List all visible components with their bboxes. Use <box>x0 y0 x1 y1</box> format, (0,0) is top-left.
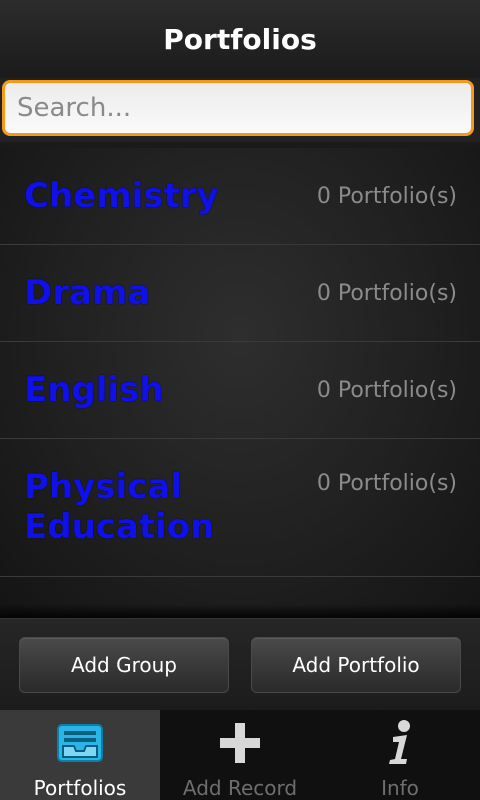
group-name: English <box>24 370 164 410</box>
list-item[interactable]: Chemistry 0 Portfolio(s) <box>0 148 480 245</box>
list-item[interactable]: Physical Education 0 Portfolio(s) <box>0 439 480 577</box>
portfolio-count: 0 Portfolio(s) <box>316 471 457 496</box>
list-item[interactable]: English 0 Portfolio(s) <box>0 342 480 439</box>
tab-portfolios[interactable]: Portfolios <box>0 710 160 800</box>
info-icon <box>385 718 415 768</box>
group-name: Physical Education <box>24 467 215 547</box>
tab-info[interactable]: Info <box>320 710 480 800</box>
group-list[interactable]: Chemistry 0 Portfolio(s) Drama 0 Portfol… <box>0 148 480 618</box>
tab-bar: Portfolios Add Record Info <box>0 710 480 800</box>
tab-label: Add Record <box>182 776 298 800</box>
plus-icon <box>218 718 262 768</box>
tab-add-record[interactable]: Add Record <box>160 710 320 800</box>
add-group-button[interactable]: Add Group <box>19 637 229 693</box>
group-name: Chemistry <box>24 176 219 216</box>
search-input[interactable] <box>2 80 474 136</box>
portfolio-count: 0 Portfolio(s) <box>316 280 457 306</box>
action-bar: Add Group Add Portfolio <box>0 618 480 711</box>
list-fade <box>0 604 480 618</box>
search-bar <box>0 78 480 142</box>
portfolio-count: 0 Portfolio(s) <box>316 183 457 209</box>
page-title: Portfolios <box>163 22 317 56</box>
list-item[interactable]: Drama 0 Portfolio(s) <box>0 245 480 342</box>
tab-label: Info <box>381 776 419 800</box>
tab-label: Portfolios <box>33 776 127 800</box>
portfolio-count: 0 Portfolio(s) <box>316 377 457 403</box>
add-portfolio-button[interactable]: Add Portfolio <box>251 637 461 693</box>
inbox-tray-icon <box>55 718 105 768</box>
group-name: Drama <box>24 273 151 313</box>
app-header: Portfolios <box>0 0 480 78</box>
